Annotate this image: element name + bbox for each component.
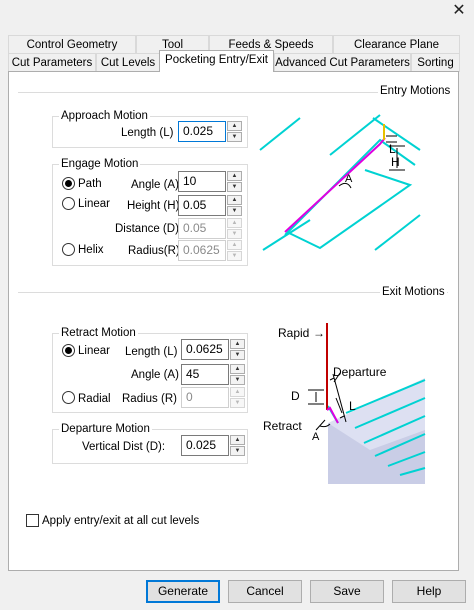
tab-control-geometry[interactable]: Control Geometry	[8, 35, 136, 54]
tab-cut-levels[interactable]: Cut Levels	[96, 53, 160, 72]
generate-button[interactable]: Generate	[146, 580, 220, 603]
help-button[interactable]: Help	[392, 580, 466, 603]
tab-panel	[8, 71, 459, 571]
tab-sorting[interactable]: Sorting	[411, 53, 460, 72]
tab-cut-parameters[interactable]: Cut Parameters	[8, 53, 96, 72]
save-button[interactable]: Save	[310, 580, 384, 603]
cancel-button[interactable]: Cancel	[228, 580, 302, 603]
tab-pocketing-entry-exit[interactable]: Pocketing Entry/Exit	[159, 50, 274, 72]
tab-clearance-plane[interactable]: Clearance Plane	[333, 35, 460, 54]
tab-advanced-cut-parameters[interactable]: Advanced Cut Parameters	[274, 53, 411, 72]
close-button[interactable]: ✕	[450, 2, 468, 20]
close-icon: ✕	[452, 2, 466, 19]
